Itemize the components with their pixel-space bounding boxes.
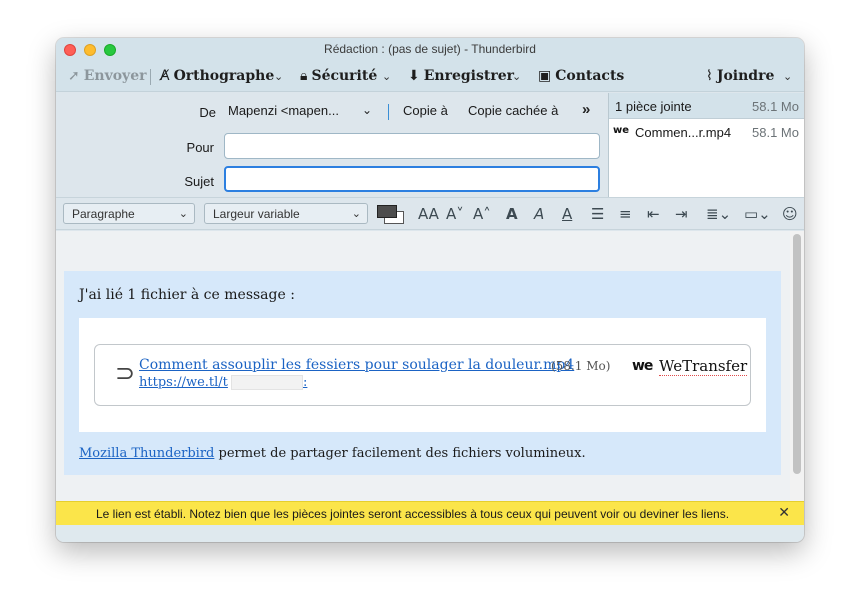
insert-image-icon[interactable]: ▭⌄ [744,205,771,223]
compose-header: De Mapenzi <mapen... ⌄ Copie à Copie cac… [56,93,608,197]
redacted-url-part [231,375,303,390]
spelling-button[interactable]: A̸ Orthographe [160,67,274,85]
file-size: (58.1 Mo) [551,359,611,373]
bullet-list-icon[interactable]: ☰ [591,205,604,223]
from-label: De [199,105,216,120]
chevron-down-icon: ⌄ [351,208,361,220]
file-download-link[interactable]: Comment assouplir les fessiers pour soul… [139,357,574,373]
lock-icon: 🔒︎ [300,68,308,84]
cc-button[interactable]: Copie à [403,103,448,118]
thunderbird-link[interactable]: Mozilla Thunderbird [79,446,214,461]
main-toolbar: ➚ Envoyer A̸ Orthographe ⌄ 🔒︎ Sécurité ⌄… [56,60,804,92]
notification-text: Le lien est établi. Notez bien que les p… [96,507,730,521]
font-size-reset-icon[interactable]: AA [418,205,439,223]
contacts-icon: ▣ [538,68,552,84]
font-select[interactable]: Largeur variable ⌄ [204,203,368,224]
font-smaller-icon[interactable]: A˅ [446,205,464,223]
to-label: Pour [186,140,214,155]
attach-dropdown-chevron-icon[interactable]: ⌄ [783,70,792,83]
font-larger-icon[interactable]: A˄ [473,205,491,223]
to-input[interactable] [224,133,600,159]
wetransfer-icon: we [613,125,630,136]
body-scrollbar[interactable] [790,231,804,501]
attachment-size: 58.1 Mo [752,125,799,140]
underline-icon[interactable]: A [562,205,572,223]
numbered-list-icon[interactable]: ≡ [619,205,632,223]
italic-icon[interactable]: A [534,205,544,223]
cloud-footer: Mozilla Thunderbird permet de partager f… [79,446,586,461]
chevron-down-icon: ⌄ [178,208,188,220]
attachment-pane: 1 pièce jointe 58.1 Mo we Commen...r.mp4… [608,93,804,197]
outdent-icon[interactable]: ⇤ [647,205,660,223]
security-button[interactable]: 🔒︎ Sécurité [300,67,377,85]
header-separator [388,104,389,120]
send-label: Envoyer [83,68,147,84]
message-body[interactable]: J'ai lié 1 fichier à ce message : ⊃ Comm… [56,231,804,501]
wetransfer-logo-icon: we [632,358,653,374]
security-dropdown-chevron-icon[interactable]: ⌄ [382,70,391,83]
contacts-button[interactable]: ▣ Contacts [538,67,624,85]
title-bar: Rédaction : (pas de sujet) - Thunderbird [56,38,804,60]
paragraph-format-select[interactable]: Paragraphe ⌄ [63,203,195,224]
attachment-pane-header[interactable]: 1 pièce jointe 58.1 Mo [609,93,804,119]
contacts-label: Contacts [555,68,625,84]
close-icon[interactable]: ✕ [778,505,790,521]
attachment-name: Commen...r.mp4 [635,125,732,140]
format-toolbar: Paragraphe ⌄ Largeur variable ⌄ AA A˅ A˄… [56,197,804,230]
spelling-dropdown-chevron-icon[interactable]: ⌄ [274,70,283,83]
subject-input[interactable] [224,166,600,192]
emoji-icon[interactable]: ☺ [782,205,798,223]
cloud-footer-text: permet de partager facilement des fichie… [214,446,586,461]
attach-label: Joindre [716,68,775,84]
attachment-total-size: 58.1 Mo [752,99,799,114]
compose-window: Rédaction : (pas de sujet) - Thunderbird… [56,38,804,542]
cloud-attachment-box: J'ai lié 1 fichier à ce message : ⊃ Comm… [64,271,781,475]
bcc-button[interactable]: Copie cachée à [468,103,558,118]
from-select[interactable]: Mapenzi <mapen... [228,103,339,118]
save-label: Enregistrer [423,68,514,84]
toolbar-separator [150,69,151,85]
indent-icon[interactable]: ⇥ [675,205,688,223]
save-dropdown-chevron-icon[interactable]: ⌄ [512,70,521,83]
send-button[interactable]: ➚ Envoyer [68,67,146,85]
provider-name-link[interactable]: WeTransfer [659,357,748,376]
file-url-link[interactable]: https://we.tl/t [139,375,228,390]
save-icon: ⬇ [408,68,420,84]
window-title: Rédaction : (pas de sujet) - Thunderbird [324,42,536,56]
security-label: Sécurité [311,68,378,84]
paragraph-format-value: Paragraphe [72,207,135,221]
scrollbar-thumb[interactable] [793,234,801,474]
paperclip-icon: ⌇ [706,68,713,84]
align-icon[interactable]: ≣⌄ [706,205,731,223]
attachment-item[interactable]: we Commen...r.mp4 58.1 Mo [609,123,804,143]
from-dropdown-chevron-icon[interactable]: ⌄ [362,103,372,117]
font-value: Largeur variable [213,207,300,221]
file-url-suffix[interactable]: : [303,375,307,390]
save-button[interactable]: ⬇ Enregistrer [408,67,514,85]
cloud-attachment-container: ⊃ Comment assouplir les fessiers pour so… [79,318,766,432]
spellcheck-icon: A̸ [160,68,170,84]
attach-button[interactable]: ⌇ Joindre [706,67,774,85]
bold-icon[interactable]: A [506,205,518,223]
paperclip-icon: ⊃ [115,359,136,387]
more-fields-icon[interactable]: » [582,101,590,118]
send-icon: ➚ [68,68,80,84]
cloud-intro-text: J'ai lié 1 fichier à ce message : [79,287,295,303]
text-color-button[interactable] [377,205,397,218]
subject-label: Sujet [184,174,214,189]
attachment-count: 1 pièce jointe [615,99,692,114]
status-bar [56,525,804,542]
spelling-label: Orthographe [173,68,275,84]
notification-bar: Le lien est établi. Notez bien que les p… [56,501,804,525]
cloud-attachment-card: ⊃ Comment assouplir les fessiers pour so… [94,344,751,406]
